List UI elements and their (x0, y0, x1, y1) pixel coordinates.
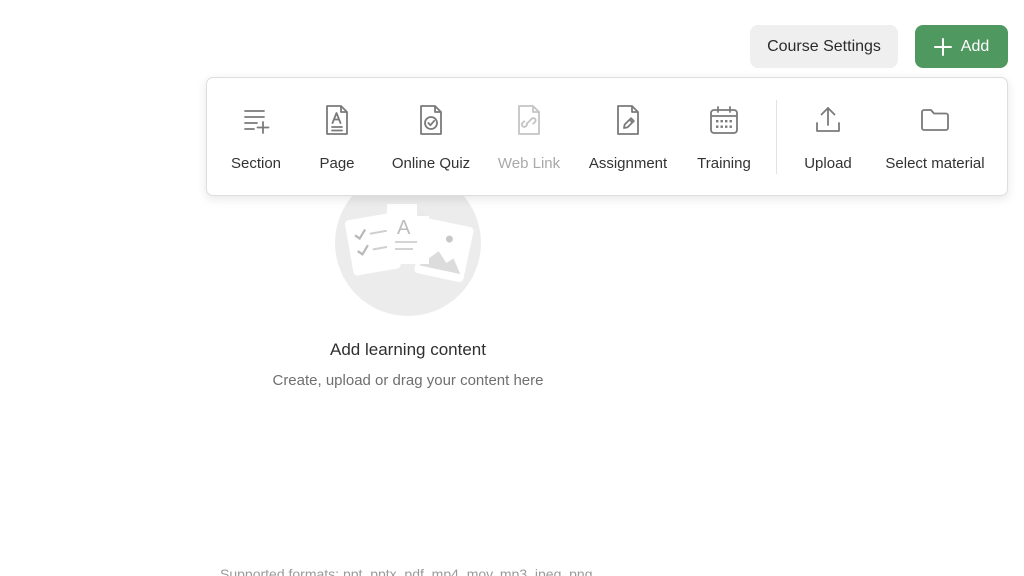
plus-icon (933, 37, 952, 56)
menu-item-label: Online Quiz (391, 155, 471, 172)
add-content-menu: Section Page Online Quiz Web Link Assign… (206, 77, 1008, 196)
menu-divider (776, 100, 777, 174)
menu-item-training[interactable]: Training (691, 78, 757, 195)
section-add-icon (241, 104, 271, 136)
menu-item-online-quiz[interactable]: Online Quiz (387, 78, 475, 195)
empty-state-title: Add learning content (330, 340, 486, 359)
menu-item-web-link[interactable]: Web Link (495, 78, 563, 195)
svg-text:A: A (397, 217, 411, 239)
menu-item-label: Training (697, 155, 751, 172)
empty-state-subtitle: Create, upload or drag your content here (272, 372, 544, 389)
folder-icon (920, 104, 950, 136)
menu-item-label: Page (319, 155, 355, 172)
upload-icon (813, 104, 843, 136)
page-icon (322, 104, 352, 136)
calendar-icon (709, 104, 739, 136)
add-button[interactable]: Add (915, 25, 1008, 68)
course-settings-button[interactable]: Course Settings (750, 25, 898, 68)
menu-item-upload[interactable]: Upload (797, 78, 859, 195)
menu-item-label: Section (230, 155, 282, 172)
menu-item-label: Assignment (588, 155, 668, 172)
menu-item-select-material[interactable]: Select material (879, 78, 991, 195)
menu-item-section[interactable]: Section (223, 78, 289, 195)
menu-item-assignment[interactable]: Assignment (583, 78, 673, 195)
assignment-icon (613, 104, 643, 136)
menu-item-label: Select material (885, 155, 985, 172)
quiz-icon (416, 104, 446, 136)
menu-item-label: Upload (804, 155, 852, 172)
supported-formats-text: Supported formats: ppt, pptx, pdf, mp4, … (220, 566, 593, 576)
link-icon (514, 104, 544, 136)
add-button-label: Add (960, 37, 990, 55)
menu-item-label: Web Link (497, 155, 561, 172)
menu-item-page[interactable]: Page (307, 78, 367, 195)
